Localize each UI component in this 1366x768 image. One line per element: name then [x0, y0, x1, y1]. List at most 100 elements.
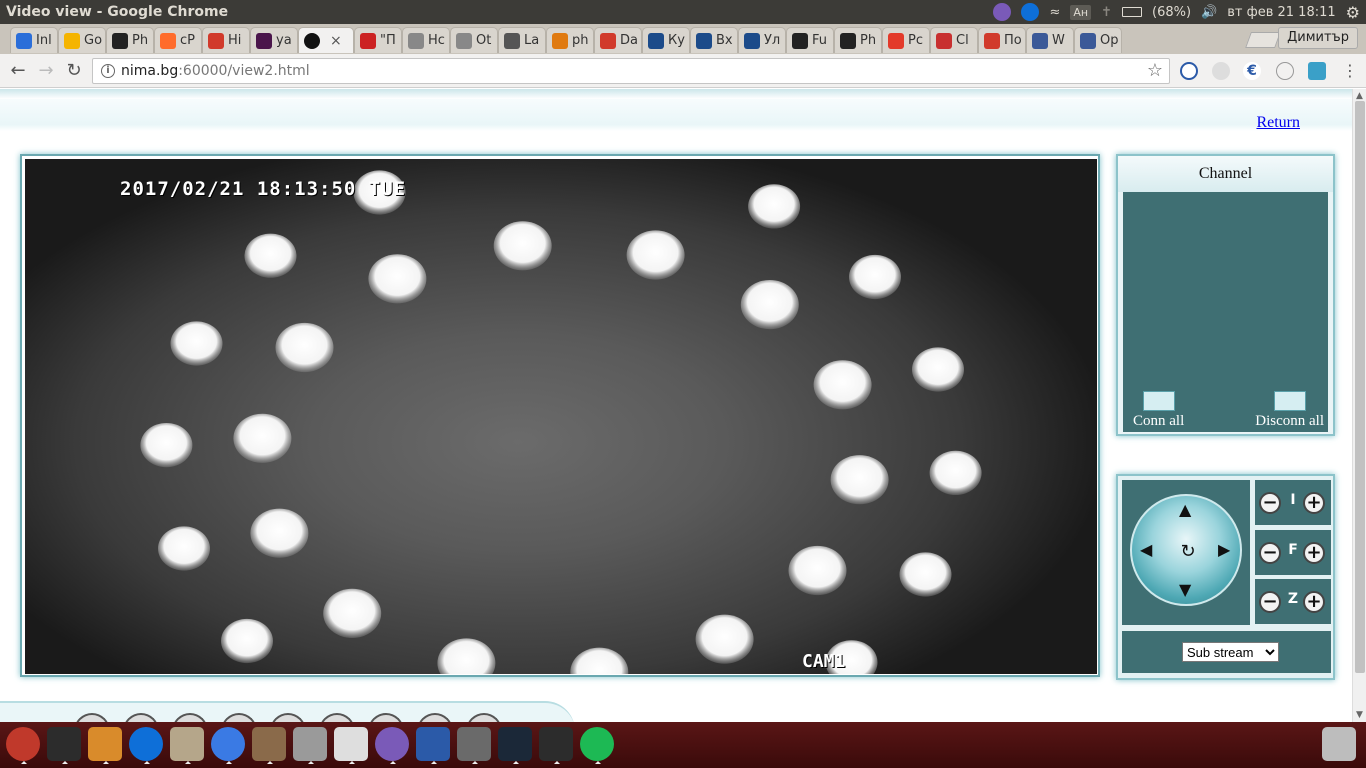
- tab-13[interactable]: Ку: [642, 27, 690, 53]
- layout-16-icon[interactable]: [319, 713, 355, 722]
- conn-all-button[interactable]: Conn all: [1133, 391, 1184, 430]
- ptz-down-arrow-icon[interactable]: ▼: [1179, 582, 1191, 598]
- sublime-text-icon[interactable]: [88, 727, 122, 764]
- facebook-icon: [1032, 32, 1048, 49]
- layout-1-icon[interactable]: [172, 713, 208, 722]
- viber-icon[interactable]: [375, 727, 409, 764]
- tab-label: Вх: [716, 33, 733, 48]
- ubuntu-dash-icon[interactable]: [6, 727, 40, 764]
- url-path: :60000/view2.html: [178, 63, 310, 79]
- tab-19[interactable]: Cl: [930, 27, 978, 53]
- tab-1[interactable]: Go: [58, 27, 106, 53]
- forward-arrow-icon[interactable]: →: [36, 61, 56, 81]
- camera-video[interactable]: 2017/02/21 18:13:50 TUE CAM1: [25, 159, 1097, 674]
- lock-extension-icon[interactable]: [1308, 62, 1326, 80]
- tab-21[interactable]: W: [1026, 27, 1074, 53]
- text-editor-icon[interactable]: [334, 727, 368, 764]
- site-info-icon[interactable]: i: [101, 64, 115, 78]
- new-tab-button[interactable]: [1245, 32, 1281, 48]
- file-manager-icon[interactable]: [252, 727, 286, 764]
- focus-minus-button[interactable]: −: [1259, 542, 1281, 564]
- tab-close-icon[interactable]: ×: [330, 33, 342, 49]
- keyboard-layout-indicator[interactable]: Ан: [1070, 4, 1092, 20]
- steam-icon[interactable]: [498, 727, 532, 764]
- tab-16[interactable]: Fu: [786, 27, 834, 53]
- tab-6[interactable]: ×: [298, 27, 354, 53]
- tab-4[interactable]: Hi: [202, 27, 250, 53]
- clock[interactable]: вт фев 21 18:11: [1227, 5, 1335, 20]
- teamviewer-icon[interactable]: [129, 727, 163, 764]
- ptz-left-arrow-icon[interactable]: ◀: [1140, 542, 1152, 558]
- settings-gear-icon[interactable]: ⚙: [1346, 3, 1360, 22]
- tab-10[interactable]: La: [498, 27, 546, 53]
- record-tool-icon[interactable]: [123, 713, 159, 722]
- wifi-icon[interactable]: ≈: [1049, 5, 1060, 20]
- tab-3[interactable]: cP: [154, 27, 202, 53]
- fullscreen-icon[interactable]: [417, 713, 453, 722]
- focus-plus-button[interactable]: +: [1303, 542, 1325, 564]
- reload-icon[interactable]: ↻: [64, 61, 84, 81]
- phpmyadmin-icon: [552, 32, 568, 49]
- tab-label: Fu: [812, 33, 828, 48]
- image-viewer-icon[interactable]: [170, 727, 204, 764]
- system-monitor-icon[interactable]: [539, 727, 573, 764]
- ptz-up-arrow-icon[interactable]: ▲: [1179, 502, 1191, 518]
- terminal-icon[interactable]: [47, 727, 81, 764]
- moon-extension-icon[interactable]: [1180, 62, 1198, 80]
- iris-plus-button[interactable]: +: [1303, 492, 1325, 514]
- scroll-down-arrow-icon[interactable]: ▼: [1356, 710, 1363, 720]
- address-bar[interactable]: i nima.bg:60000/view2.html ☆: [92, 58, 1170, 84]
- tab-17[interactable]: Ph: [834, 27, 882, 53]
- tab-9[interactable]: Ot: [450, 27, 498, 53]
- teamviewer-tray-icon[interactable]: [1021, 3, 1040, 21]
- disk-tool-icon[interactable]: [293, 727, 327, 764]
- chrome-icon[interactable]: [211, 727, 245, 764]
- tab-0[interactable]: Inl: [10, 27, 58, 53]
- tab-22[interactable]: Op: [1074, 27, 1122, 53]
- back-arrow-icon[interactable]: ←: [8, 61, 28, 81]
- profile-button[interactable]: Димитър: [1278, 27, 1358, 49]
- ptz-right-arrow-icon[interactable]: ▶: [1218, 542, 1230, 558]
- page-scrollbar[interactable]: ▲ ▼: [1352, 89, 1366, 722]
- chrome-menu-icon[interactable]: ⋮: [1340, 61, 1360, 81]
- volume-icon[interactable]: 🔊: [1201, 5, 1217, 20]
- iris-minus-button[interactable]: −: [1259, 492, 1281, 514]
- layout-4-icon[interactable]: [221, 713, 257, 722]
- tab-12[interactable]: Da: [594, 27, 642, 53]
- tab-14[interactable]: Вх: [690, 27, 738, 53]
- view-mode-icon[interactable]: [74, 713, 110, 722]
- tab-11[interactable]: ph: [546, 27, 594, 53]
- url-text[interactable]: nima.bg:60000/view2.html: [121, 63, 310, 79]
- spotify-icon[interactable]: [580, 727, 614, 764]
- circle-extension-icon[interactable]: [1276, 62, 1294, 80]
- tab-15[interactable]: Ул: [738, 27, 786, 53]
- tab-20[interactable]: По: [978, 27, 1026, 53]
- viber-tray-icon[interactable]: [993, 3, 1012, 21]
- writer-icon[interactable]: [416, 727, 450, 764]
- disconn-all-button[interactable]: Disconn all: [1255, 391, 1324, 430]
- calculator-icon[interactable]: [457, 727, 491, 764]
- zoom-plus-button[interactable]: +: [1303, 591, 1325, 613]
- tab-18[interactable]: Pc: [882, 27, 930, 53]
- tab-2[interactable]: Ph: [106, 27, 154, 53]
- scroll-up-arrow-icon[interactable]: ▲: [1356, 91, 1363, 101]
- settings-icon[interactable]: [466, 713, 502, 722]
- tab-7[interactable]: "П: [354, 27, 402, 53]
- bookmark-star-icon[interactable]: ☆: [1147, 60, 1163, 81]
- snapshot-icon[interactable]: [368, 713, 404, 722]
- github-icon: [840, 32, 856, 49]
- euro-extension-icon[interactable]: €: [1243, 62, 1261, 80]
- zoom-minus-button[interactable]: −: [1259, 591, 1281, 613]
- ptz-auto-rotate-icon[interactable]: ↻: [1176, 540, 1200, 564]
- blocked-extension-icon[interactable]: [1212, 62, 1230, 80]
- focus-label: F: [1288, 542, 1298, 558]
- scroll-thumb[interactable]: [1355, 101, 1365, 673]
- stream-select[interactable]: Sub stream: [1182, 642, 1279, 662]
- bluetooth-icon[interactable]: ✝: [1101, 5, 1112, 20]
- return-link[interactable]: Return: [1256, 114, 1300, 132]
- trash-icon[interactable]: [1322, 727, 1356, 761]
- battery-icon[interactable]: [1122, 7, 1142, 17]
- layout-9-icon[interactable]: [270, 713, 306, 722]
- tab-5[interactable]: ya: [250, 27, 298, 53]
- tab-8[interactable]: Нс: [402, 27, 450, 53]
